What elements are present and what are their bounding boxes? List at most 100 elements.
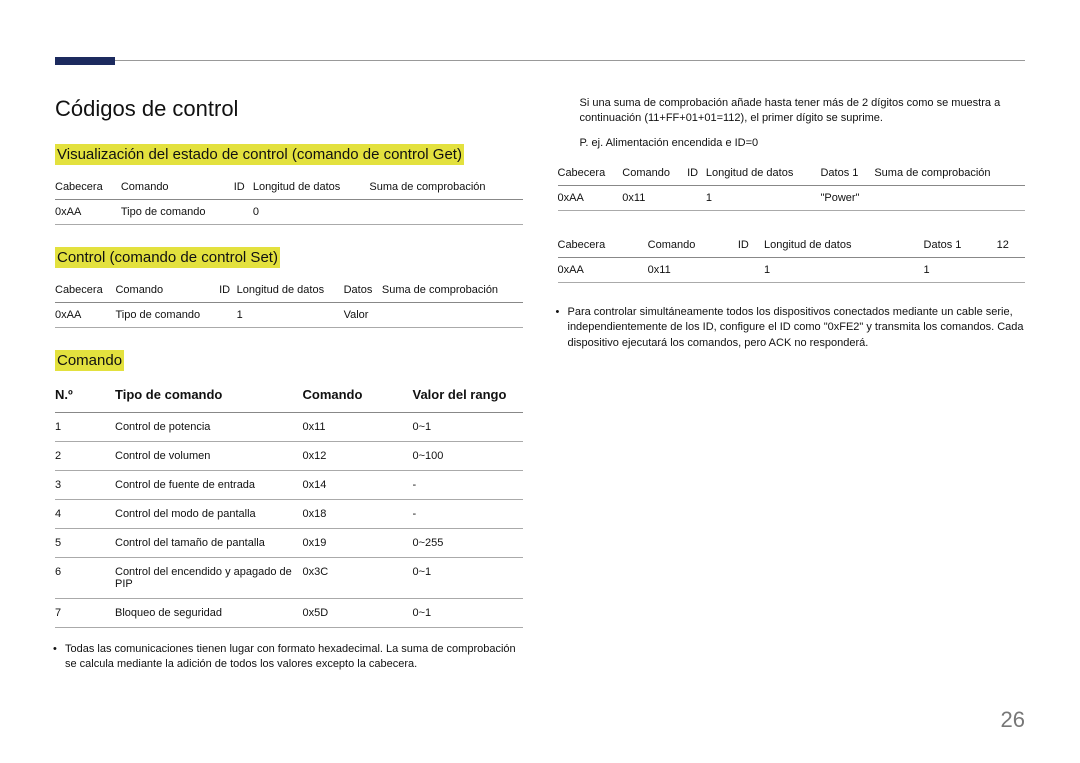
td: - — [413, 471, 523, 500]
th: Datos 1 — [820, 161, 874, 186]
td: 1 — [706, 185, 821, 210]
td: 0x5D — [303, 599, 413, 628]
th: Cabecera — [558, 161, 623, 186]
left-note: Todas las comunicaciones tienen lugar co… — [55, 642, 523, 673]
table-row: 2Control de volumen0x120~100 — [55, 442, 523, 471]
th: Longitud de datos — [253, 175, 370, 200]
th: Cabecera — [55, 175, 121, 200]
td — [369, 200, 522, 225]
table-row: 6Control del encendido y apagado de PIP0… — [55, 558, 523, 599]
th: Datos — [344, 278, 382, 303]
th: ID — [738, 233, 764, 258]
get-table: Cabecera Comando ID Longitud de datos Su… — [55, 175, 523, 225]
td — [687, 185, 706, 210]
th: Longitud de datos — [764, 233, 924, 258]
table-row: 4Control del modo de pantalla0x18- — [55, 500, 523, 529]
th: 12 — [997, 233, 1025, 258]
td: Control de volumen — [115, 442, 303, 471]
td: 0 — [253, 200, 370, 225]
th: Valor del rango — [413, 381, 523, 413]
td: 3 — [55, 471, 115, 500]
td: 0x12 — [303, 442, 413, 471]
th: Comando — [648, 233, 738, 258]
td: 7 — [55, 599, 115, 628]
table-row: 7Bloqueo de seguridad0x5D0~1 — [55, 599, 523, 628]
heading-comando: Comando — [55, 350, 124, 371]
th: Comando — [303, 381, 413, 413]
td: 4 — [55, 500, 115, 529]
th: Longitud de datos — [237, 278, 344, 303]
td: 1 — [55, 413, 115, 442]
td: Control de potencia — [115, 413, 303, 442]
accent-bar — [55, 57, 115, 65]
td — [997, 257, 1025, 282]
table-row: 1Control de potencia0x110~1 — [55, 413, 523, 442]
td: 0~1 — [413, 599, 523, 628]
th: Suma de comprobación — [369, 175, 522, 200]
left-column: Códigos de control Visualización del est… — [55, 96, 523, 691]
td: 6 — [55, 558, 115, 599]
right-note: Para controlar simultáneamente todos los… — [558, 305, 1026, 351]
td: 2 — [55, 442, 115, 471]
td — [874, 185, 1025, 210]
th: Suma de comprobación — [874, 161, 1025, 186]
page-number: 26 — [1001, 707, 1025, 733]
right-table-2: Cabecera Comando ID Longitud de datos Da… — [558, 233, 1026, 283]
td: "Power" — [820, 185, 874, 210]
right-column: Si una suma de comprobación añade hasta … — [558, 96, 1026, 369]
td: 0x11 — [648, 257, 738, 282]
right-table-1: Cabecera Comando ID Longitud de datos Da… — [558, 161, 1026, 211]
td: 0~1 — [413, 413, 523, 442]
table-row: 0xAA 0x11 1 "Power" — [558, 185, 1026, 210]
td — [234, 200, 253, 225]
td: 0x11 — [622, 185, 687, 210]
td: 0~1 — [413, 558, 523, 599]
command-table: N.º Tipo de comando Comando Valor del ra… — [55, 381, 523, 628]
th: ID — [687, 161, 706, 186]
example-label: P. ej. Alimentación encendida e ID=0 — [558, 137, 1026, 149]
td: 0~100 — [413, 442, 523, 471]
td: 0~255 — [413, 529, 523, 558]
td — [738, 257, 764, 282]
td: 0xAA — [558, 257, 648, 282]
th: Datos 1 — [924, 233, 997, 258]
td: Valor — [344, 303, 382, 328]
td — [382, 303, 523, 328]
note-item: Para controlar simultáneamente todos los… — [568, 305, 1026, 351]
td: 1 — [237, 303, 344, 328]
th: Comando — [622, 161, 687, 186]
td: Control del encendido y apagado de PIP — [115, 558, 303, 599]
table-row: 0xAA Tipo de comando 0 — [55, 200, 523, 225]
th: Suma de comprobación — [382, 278, 523, 303]
heading-get: Visualización del estado de control (com… — [55, 144, 464, 165]
th: Comando — [121, 175, 234, 200]
table-row: 0xAA 0x11 1 1 — [558, 257, 1026, 282]
th: N.º — [55, 381, 115, 413]
td: Control del modo de pantalla — [115, 500, 303, 529]
td: Bloqueo de seguridad — [115, 599, 303, 628]
two-column-layout: Códigos de control Visualización del est… — [55, 96, 1025, 691]
table-row: 0xAA Tipo de comando 1 Valor — [55, 303, 523, 328]
td: 0xAA — [55, 200, 121, 225]
top-rule — [55, 60, 1025, 61]
right-para: Si una suma de comprobación añade hasta … — [558, 96, 1026, 127]
page-title: Códigos de control — [55, 96, 523, 122]
td — [219, 303, 237, 328]
td: 0x14 — [303, 471, 413, 500]
td: 1 — [764, 257, 924, 282]
table-row: 3Control de fuente de entrada0x14- — [55, 471, 523, 500]
td: Control del tamaño de pantalla — [115, 529, 303, 558]
td: Tipo de comando — [115, 303, 219, 328]
td: 1 — [924, 257, 997, 282]
td: - — [413, 500, 523, 529]
note-item: Todas las comunicaciones tienen lugar co… — [65, 642, 523, 673]
th: Longitud de datos — [706, 161, 821, 186]
set-table: Cabecera Comando ID Longitud de datos Da… — [55, 278, 523, 328]
table-row: 5Control del tamaño de pantalla0x190~255 — [55, 529, 523, 558]
th: ID — [234, 175, 253, 200]
th: Cabecera — [558, 233, 648, 258]
th: Comando — [115, 278, 219, 303]
td: 0x11 — [303, 413, 413, 442]
td: 0x3C — [303, 558, 413, 599]
td: Tipo de comando — [121, 200, 234, 225]
